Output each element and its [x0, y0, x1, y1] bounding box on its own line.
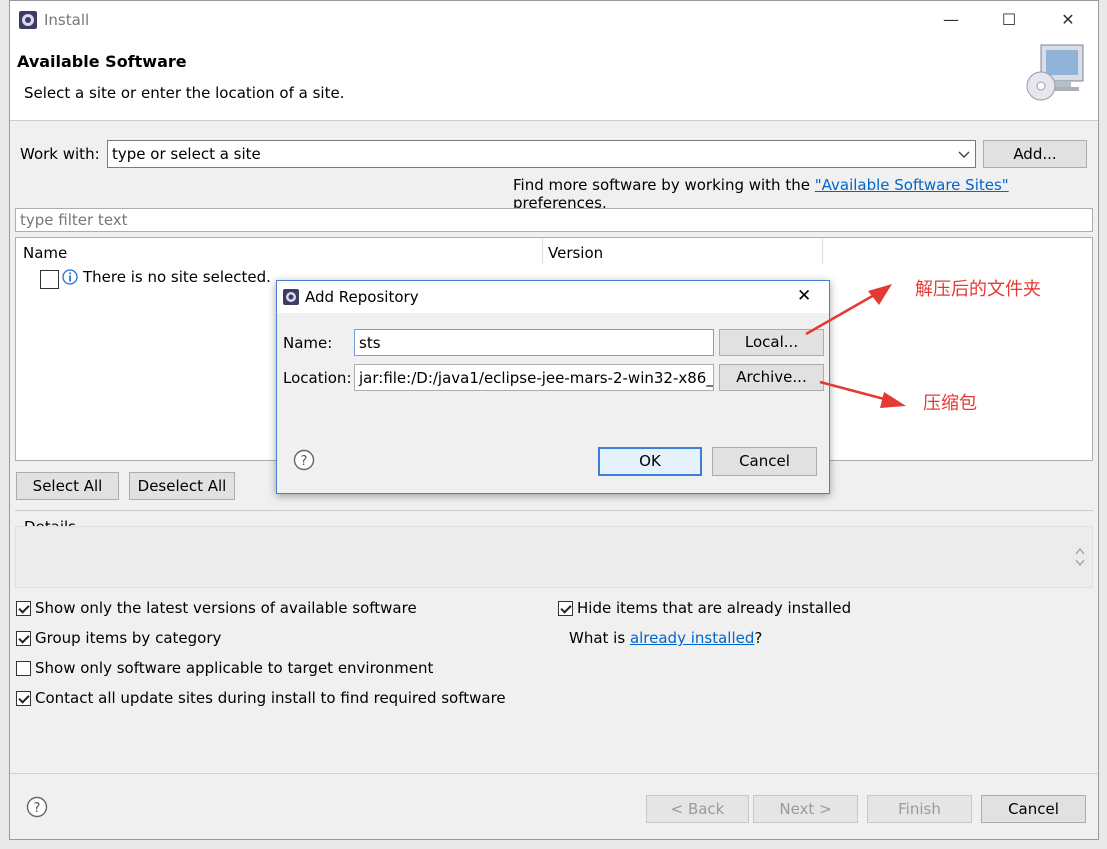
- column-header-name[interactable]: Name: [23, 244, 67, 262]
- group-by-category-label: Group items by category: [35, 629, 222, 647]
- work-with-combo[interactable]: type or select a site: [107, 140, 976, 168]
- show-applicable-label: Show only software applicable to target …: [35, 659, 434, 677]
- repo-location-value: jar:file:/D:/java1/eclipse-jee-mars-2-wi…: [359, 369, 714, 387]
- repo-name-value: sts: [359, 334, 381, 352]
- already-installed-link[interactable]: already installed: [630, 629, 754, 647]
- what-is-suffix: ?: [754, 629, 763, 647]
- select-all-button[interactable]: Select All: [16, 472, 119, 500]
- cancel-button[interactable]: Cancel: [981, 795, 1086, 823]
- show-latest-label: Show only the latest versions of availab…: [35, 599, 417, 617]
- what-is-prefix: What is: [569, 629, 630, 647]
- add-site-button[interactable]: Add...: [983, 140, 1087, 168]
- help-icon[interactable]: ?: [26, 796, 48, 818]
- show-latest-checkbox[interactable]: [16, 601, 31, 616]
- archive-annotation: 压缩包: [923, 393, 977, 414]
- more-software-prefix: Find more software by working with the: [513, 176, 815, 194]
- eclipse-icon: [19, 11, 37, 29]
- show-applicable-checkbox[interactable]: [16, 661, 31, 676]
- info-icon: [62, 269, 78, 285]
- hide-installed-checkbox[interactable]: [558, 601, 573, 616]
- next-button[interactable]: Next >: [753, 795, 858, 823]
- dialog-cancel-button[interactable]: Cancel: [712, 447, 817, 476]
- title-bar: Install — ☐ ✕: [10, 1, 1098, 39]
- group-by-category-checkbox[interactable]: [16, 631, 31, 646]
- filter-input[interactable]: type filter text: [15, 208, 1093, 232]
- deselect-all-button[interactable]: Deselect All: [129, 472, 235, 500]
- column-divider: [542, 238, 543, 264]
- local-button[interactable]: Local...: [719, 329, 824, 356]
- table-row-label: There is no site selected.: [83, 268, 271, 286]
- eclipse-icon: [283, 289, 299, 305]
- ok-button[interactable]: OK: [598, 447, 702, 476]
- dialog-title-bar: Add Repository ✕: [277, 281, 829, 313]
- svg-text:?: ?: [34, 801, 41, 816]
- add-repository-dialog: Add Repository ✕ Name: sts Local... Loca…: [276, 280, 830, 494]
- folder-annotation: 解压后的文件夹: [915, 279, 1041, 300]
- available-software-sites-link[interactable]: "Available Software Sites": [815, 176, 1009, 194]
- svg-text:?: ?: [301, 454, 308, 469]
- filter-placeholder: type filter text: [20, 211, 128, 229]
- finish-button[interactable]: Finish: [867, 795, 972, 823]
- wizard-header: Available Software Select a site or ente…: [10, 39, 1098, 121]
- scroll-spinner-icon[interactable]: [1074, 547, 1086, 567]
- close-button[interactable]: ✕: [1050, 7, 1086, 33]
- dialog-close-icon[interactable]: ✕: [797, 286, 811, 306]
- work-with-label: Work with:: [20, 145, 100, 163]
- back-button[interactable]: < Back: [646, 795, 749, 823]
- help-icon[interactable]: ?: [293, 449, 315, 471]
- repo-location-label: Location:: [283, 369, 352, 387]
- page-description: Select a site or enter the location of a…: [24, 84, 345, 102]
- archive-button[interactable]: Archive...: [719, 364, 824, 391]
- hide-installed-label: Hide items that are already installed: [577, 599, 852, 617]
- table-row-checkbox[interactable]: [40, 270, 59, 289]
- window-title: Install: [44, 11, 90, 29]
- contact-sites-checkbox[interactable]: [16, 691, 31, 706]
- repo-name-input[interactable]: sts: [354, 329, 714, 356]
- column-header-version[interactable]: Version: [548, 244, 603, 262]
- details-area[interactable]: [15, 526, 1093, 588]
- details-divider: [15, 510, 1093, 511]
- computer-cd-icon: [1026, 44, 1084, 101]
- dialog-title: Add Repository: [305, 288, 419, 306]
- work-with-value: type or select a site: [112, 145, 261, 163]
- repo-location-input[interactable]: jar:file:/D:/java1/eclipse-jee-mars-2-wi…: [354, 364, 714, 391]
- page-title: Available Software: [17, 52, 187, 71]
- repo-name-label: Name:: [283, 334, 333, 352]
- maximize-button[interactable]: ☐: [991, 7, 1027, 33]
- column-divider: [822, 238, 823, 264]
- what-is-installed-text: What is already installed?: [569, 629, 762, 647]
- contact-sites-label: Contact all update sites during install …: [35, 689, 506, 707]
- footer-divider: [10, 773, 1098, 774]
- minimize-button[interactable]: —: [933, 7, 969, 33]
- chevron-down-icon[interactable]: [958, 150, 970, 160]
- more-software-text: Find more software by working with the "…: [513, 176, 1098, 212]
